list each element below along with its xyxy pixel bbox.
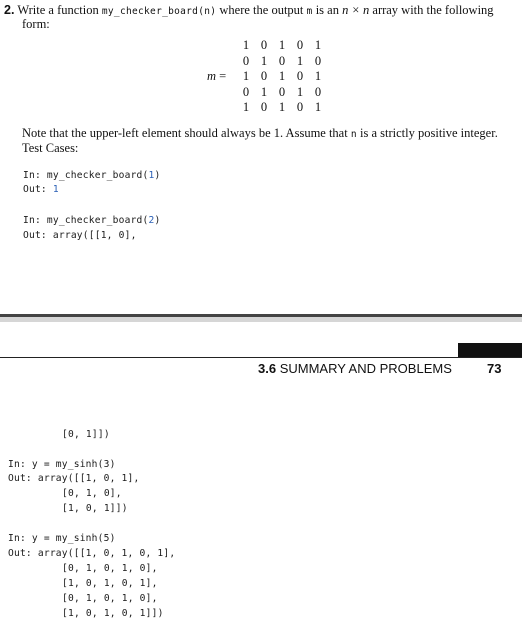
- test1-in-call: my_checker_board(: [46, 170, 149, 181]
- test1-in-label: In:: [23, 170, 47, 181]
- matrix-cell: 1: [278, 38, 286, 52]
- matrix-cell: 0: [296, 38, 304, 52]
- matrix-cell: 1: [296, 53, 304, 68]
- matrix-label: m =: [207, 69, 226, 84]
- header-black-block: [458, 343, 522, 357]
- header-rule: [0, 357, 522, 358]
- sinh3-output-2: [0, 1, 0],: [62, 488, 122, 499]
- note-text-post: is a strictly positive integer.: [356, 126, 498, 140]
- matrix-cell: 0: [260, 69, 268, 83]
- test1-out-val: 1: [52, 184, 59, 195]
- matrix-equals: =: [216, 69, 227, 83]
- matrix-cell: 1: [242, 100, 250, 114]
- section-number: 3.6: [258, 361, 277, 376]
- matrix-cell: 1: [296, 84, 304, 99]
- problem-statement-line-1: 2. Write a function my_checker_board(n) …: [4, 3, 494, 19]
- matrix-label-m: m: [207, 69, 217, 83]
- page-gap: [0, 317, 522, 322]
- sinh3-output-3: [1, 0, 1]]): [62, 503, 128, 514]
- note-text-pre: Note that the upper-left element should …: [22, 126, 351, 140]
- matrix-row: 10101: [241, 100, 331, 116]
- sinh5-output-5: [1, 0, 1, 0, 1]]): [62, 608, 164, 619]
- problem-text-post: array with the following: [369, 3, 494, 17]
- matrix-cell: 0: [242, 84, 250, 99]
- test2-input: In: my_checker_board(2): [23, 215, 160, 226]
- problem-text-is: is an: [312, 3, 343, 17]
- test2-output: Out: array([[1, 0],: [23, 230, 137, 241]
- matrix-cell: 1: [314, 38, 322, 52]
- matrix-cell: 1: [242, 38, 250, 52]
- matrix-cell: 1: [278, 69, 286, 83]
- section-header: 3.6 SUMMARY AND PROBLEMS: [258, 361, 452, 376]
- sinh3-input: In: y = my_sinh(3): [8, 459, 116, 470]
- note-line: Note that the upper-left element should …: [22, 126, 498, 142]
- test-cases-heading: Test Cases:: [22, 141, 79, 155]
- matrix-cell: 0: [278, 53, 286, 68]
- matrix-cell: 0: [314, 53, 322, 68]
- problem-number: 2.: [4, 3, 15, 17]
- problem-statement-line-2: form:: [22, 17, 50, 31]
- sinh5-output-2: [0, 1, 0, 1, 0],: [62, 563, 158, 574]
- page-number: 73: [487, 361, 502, 376]
- problem-text-pre: Write a function: [17, 3, 102, 17]
- dims-nxn: n × n: [342, 3, 370, 17]
- test2-in-close: ): [154, 215, 161, 226]
- matrix-cell: 1: [314, 100, 322, 114]
- matrix-cell: 0: [260, 100, 268, 114]
- matrix-cell: 1: [242, 69, 250, 83]
- sinh5-output-1: Out: array([[1, 0, 1, 0, 1],: [8, 548, 176, 559]
- matrix-cell: 1: [314, 69, 322, 83]
- matrix-cell: 0: [242, 53, 250, 68]
- matrix-row: 10101: [241, 69, 331, 85]
- matrix-row: 10101: [241, 38, 331, 54]
- test2-out-label: Out:: [23, 230, 53, 241]
- sinh5-output-3: [1, 0, 1, 0, 1],: [62, 578, 158, 589]
- test2-out-val: array([[1, 0],: [52, 230, 137, 241]
- matrix-cell: 1: [260, 53, 268, 68]
- matrix-grid: 1010101010101010101010101: [241, 38, 331, 116]
- sinh5-output-4: [0, 1, 0, 1, 0],: [62, 593, 158, 604]
- sinh3-output-1: Out: array([[1, 0, 1],: [8, 473, 140, 484]
- test1-output: Out: 1: [23, 184, 59, 195]
- matrix-cell: 0: [296, 69, 304, 83]
- matrix-cell: 0: [278, 84, 286, 99]
- test2-in-call: my_checker_board(: [46, 215, 149, 226]
- section-title: SUMMARY AND PROBLEMS: [276, 361, 452, 376]
- matrix-cell: 1: [278, 100, 286, 114]
- test1-input: In: my_checker_board(1): [23, 170, 160, 181]
- matrix-cell: 0: [296, 100, 304, 114]
- test1-in-close: ): [154, 170, 161, 181]
- matrix-cell: 0: [314, 84, 322, 99]
- continued-output-line: [0, 1]]): [62, 429, 110, 440]
- matrix-cell: 1: [260, 84, 268, 99]
- sinh5-input: In: y = my_sinh(5): [8, 533, 116, 544]
- matrix-row: 01010: [241, 85, 331, 101]
- matrix-cell: 0: [260, 38, 268, 52]
- function-signature: my_checker_board(n): [101, 6, 217, 17]
- test2-in-label: In:: [23, 215, 47, 226]
- problem-text-mid: where the output: [216, 3, 307, 17]
- matrix-row: 01010: [241, 54, 331, 70]
- test1-out-label: Out:: [23, 184, 53, 195]
